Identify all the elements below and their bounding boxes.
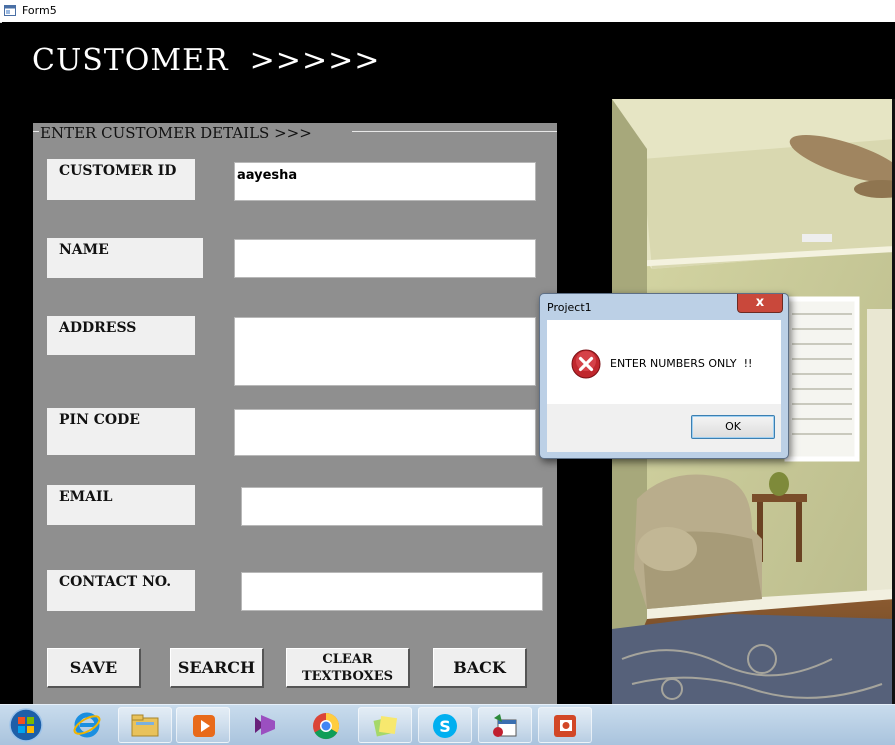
page-heading: CUSTOMER >>>>> <box>32 43 381 78</box>
close-icon: x <box>755 295 765 310</box>
clear-button-line1: CLEAR <box>322 652 373 667</box>
pin-code-input[interactable] <box>234 409 536 456</box>
window-titlebar: Form5 <box>0 0 895 23</box>
window-title: Form5 <box>22 4 57 17</box>
contact-no-label: CONTACT NO. <box>47 570 195 611</box>
dialog-title: Project1 <box>547 301 592 314</box>
svg-text:S: S <box>439 717 451 736</box>
internet-explorer-icon[interactable] <box>72 710 102 740</box>
media-player-icon <box>193 715 215 737</box>
address-label: ADDRESS <box>47 316 195 355</box>
skype-icon: S <box>433 714 457 738</box>
windows-start-icon[interactable] <box>8 708 44 742</box>
back-button[interactable]: BACK <box>433 648 527 688</box>
clear-textboxes-button[interactable]: CLEAR TEXTBOXES <box>286 648 410 688</box>
powerpoint-taskbar-button[interactable] <box>538 707 592 743</box>
dialog-close-button[interactable]: x <box>737 294 783 313</box>
frame-caption: ENTER CUSTOMER DETAILS >>> <box>40 124 312 142</box>
vb6-project-icon <box>493 714 517 737</box>
taskbar: S <box>0 704 895 745</box>
contact-no-input[interactable] <box>241 572 543 611</box>
name-label: NAME <box>47 238 203 278</box>
email-input[interactable] <box>241 487 543 526</box>
error-dialog: Project1 x ENTER NUMBERS ONLY !! OK <box>539 293 789 459</box>
customer-id-label: CUSTOMER ID <box>47 159 195 200</box>
file-explorer-taskbar-button[interactable] <box>118 707 172 743</box>
error-icon <box>571 349 601 379</box>
frame-border-line <box>33 131 39 132</box>
media-player-taskbar-button[interactable] <box>176 707 230 743</box>
sticky-notes-taskbar-button[interactable] <box>358 707 412 743</box>
save-button[interactable]: SAVE <box>47 648 141 688</box>
clear-button-line2: TEXTBOXES <box>301 669 394 684</box>
visual-studio-icon[interactable] <box>251 711 279 739</box>
ok-button[interactable]: OK <box>691 415 775 439</box>
skype-taskbar-button[interactable]: S <box>418 707 472 743</box>
search-button[interactable]: SEARCH <box>170 648 264 688</box>
vb6-project-taskbar-button[interactable] <box>478 707 532 743</box>
chrome-icon[interactable] <box>311 711 341 741</box>
address-input[interactable] <box>234 317 536 386</box>
frame-border-line <box>352 131 557 132</box>
powerpoint-icon <box>554 715 576 737</box>
sticky-notes-icon <box>373 715 398 737</box>
file-explorer-icon <box>131 714 159 737</box>
customer-id-input[interactable]: aayesha <box>234 162 536 201</box>
dialog-message: ENTER NUMBERS ONLY !! <box>610 357 753 370</box>
form-window-icon <box>4 5 16 16</box>
email-label: EMAIL <box>47 485 195 525</box>
name-input[interactable] <box>234 239 536 278</box>
pin-code-label: PIN CODE <box>47 408 195 455</box>
